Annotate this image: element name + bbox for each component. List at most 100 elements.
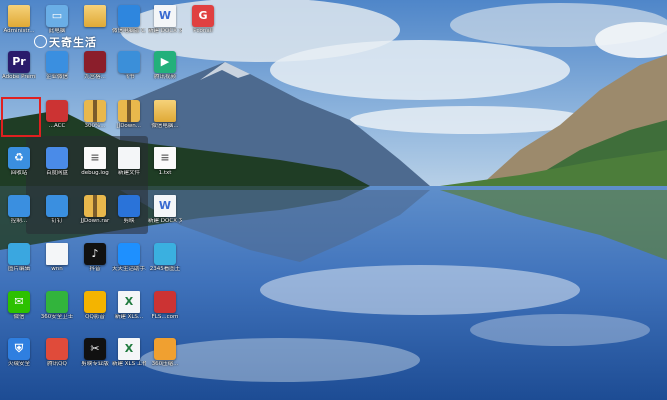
app-icon <box>46 338 68 360</box>
desktop-icon[interactable] <box>78 5 112 28</box>
desktop-icon[interactable]: 300%... <box>78 100 112 130</box>
desktop-icon[interactable]: W新建 DOCX 文档.docx <box>148 5 182 35</box>
watermark-text: 天奇生活 <box>49 36 97 49</box>
desktop-icon-label: QQ影音 <box>85 314 105 320</box>
desktop-icon[interactable]: 微信电脑... <box>148 100 182 130</box>
app-icon <box>46 195 68 217</box>
desktop-icon[interactable]: 控制... <box>2 195 36 225</box>
desktop-icon[interactable]: ...ACC <box>40 100 74 130</box>
shield-icon: ⛨ <box>8 338 30 360</box>
desktop-icon-label: 此电脑 <box>48 28 66 34</box>
app-icon <box>46 291 68 313</box>
capcut-icon: ✂ <box>84 338 106 360</box>
desktop-icon[interactable]: 天天生活助手... <box>112 243 146 273</box>
desktop-icon-label: 新建 DOCX 文档.docx <box>148 218 182 224</box>
log-file-icon: ≡ <box>84 147 106 169</box>
desktop-icon-label: 飞书 <box>123 74 135 80</box>
app-icon <box>46 51 68 73</box>
desktop-icon[interactable]: 新建文件 <box>112 147 146 177</box>
premiere-pro-icon: Pr <box>8 51 30 73</box>
desktop-icon[interactable]: ⛨ 火绒安全 <box>2 338 36 368</box>
app-icon <box>84 51 106 73</box>
desktop-icon-label: FLS...com <box>151 314 179 320</box>
desktop-icon-label: 1.txt <box>158 170 172 176</box>
app-logo-icon: G <box>192 5 214 27</box>
desktop-icon-label: 新建 XLS 工作表.xls <box>112 361 146 367</box>
desktop-icon[interactable]: 企业微信 <box>40 51 74 81</box>
desktop-icon-label: 控制... <box>10 218 28 224</box>
desktop-icon-label: 图片编辑 <box>7 266 30 272</box>
document-icon <box>118 147 140 169</box>
desktop-icon[interactable]: 九宫格... <box>78 51 112 81</box>
selected-icon-highlight <box>1 97 41 137</box>
desktop-icon[interactable]: Administr... <box>2 5 36 35</box>
desktop-icon[interactable]: 360安全卫士 <box>40 291 74 321</box>
desktop[interactable]: 天奇生活 Administr...▭此电脑微信电脑版 C...W新建 DOCX … <box>0 0 667 400</box>
desktop-icon[interactable]: 百度网盘 <box>40 147 74 177</box>
app-icon <box>46 147 68 169</box>
desktop-icon[interactable]: ✂ 剪映专业版 <box>78 338 112 368</box>
desktop-icon-label: wnn <box>51 266 63 272</box>
desktop-icon[interactable]: X新建 XLS 工作表.xls <box>112 338 146 368</box>
desktop-icon-label: 天天生活助手... <box>112 266 146 272</box>
folder-icon <box>84 5 106 27</box>
desktop-icon[interactable]: 微信电脑版 C... <box>112 5 146 35</box>
desktop-icon-label: 新建 DOCX 文档.docx <box>148 28 182 34</box>
app-icon <box>118 195 140 217</box>
text-file-icon: ≡ <box>154 147 176 169</box>
desktop-icon[interactable]: 腾讯QQ <box>40 338 74 368</box>
desktop-icon[interactable]: 2345看图王 <box>148 243 182 273</box>
desktop-icon-label: 九宫格... <box>84 74 106 80</box>
desktop-icon[interactable]: 360压缩... <box>148 338 182 368</box>
app-icon <box>118 243 140 265</box>
desktop-icon[interactable]: JJDown.rar <box>78 195 112 225</box>
desktop-icon[interactable]: ✉ 微信 <box>2 291 36 321</box>
desktop-icon-label: ...ACC <box>48 123 66 129</box>
desktop-icon[interactable]: PrAdobe Premie... <box>2 51 36 81</box>
app-icon <box>118 51 140 73</box>
folder-icon <box>154 100 176 122</box>
desktop-icon[interactable]: wnn <box>40 243 74 273</box>
watermark-logo-icon <box>34 35 47 48</box>
desktop-icon[interactable]: ▭ 此电脑 <box>40 5 74 35</box>
desktop-icon[interactable]: ≡ debug.log <box>78 147 112 177</box>
desktop-icon[interactable]: ♻ 回收站 <box>2 147 36 177</box>
app-icon <box>154 291 176 313</box>
desktop-icon[interactable]: FLS...com <box>148 291 182 321</box>
desktop-icon[interactable]: 图片编辑 <box>2 243 36 273</box>
app-icon <box>154 243 176 265</box>
excel-document-icon: X <box>118 291 140 313</box>
desktop-icon-label: 钉钉 <box>51 218 63 224</box>
desktop-icon-label: 回收站 <box>10 170 28 176</box>
desktop-icon[interactable]: 剪映 <box>112 195 146 225</box>
desktop-icon-label: 2345看图王 <box>149 266 181 272</box>
wechat-icon: ✉ <box>8 291 30 313</box>
desktop-icon-label: 360安全卫士 <box>40 314 74 320</box>
app-icon <box>8 195 30 217</box>
desktop-icon-label: Administr... <box>3 28 35 34</box>
desktop-icon-label: 火绒安全 <box>7 361 30 367</box>
desktop-icon[interactable]: G Pconall <box>186 5 220 35</box>
desktop-icon[interactable]: JJDown... <box>112 100 146 130</box>
zip-archive-icon <box>84 195 106 217</box>
desktop-icon[interactable]: ♪ 抖音 <box>78 243 112 273</box>
app-icon <box>8 243 30 265</box>
desktop-icon[interactable]: QQ影音 <box>78 291 112 321</box>
desktop-icon[interactable]: W新建 DOCX 文档.docx <box>148 195 182 225</box>
computer-icon: ▭ <box>46 5 68 27</box>
desktop-icon-label: 360压缩... <box>151 361 179 367</box>
zip-archive-icon <box>118 100 140 122</box>
desktop-icon-label: 剪映 <box>123 218 135 224</box>
desktop-icon-label: 企业微信 <box>45 74 68 80</box>
app-icon <box>46 100 68 122</box>
app-icon <box>84 291 106 313</box>
desktop-icon-label: 腾讯视频 <box>153 74 176 80</box>
zip-archive-icon <box>84 100 106 122</box>
desktop-icon[interactable]: ≡ 1.txt <box>148 147 182 177</box>
desktop-icon[interactable]: ▶ 腾讯视频 <box>148 51 182 81</box>
desktop-icon[interactable]: 飞书 <box>112 51 146 81</box>
desktop-icon[interactable]: 钉钉 <box>40 195 74 225</box>
document-icon <box>46 243 68 265</box>
tiktok-icon: ♪ <box>84 243 106 265</box>
desktop-icon[interactable]: X 新建 XLS... <box>112 291 146 321</box>
